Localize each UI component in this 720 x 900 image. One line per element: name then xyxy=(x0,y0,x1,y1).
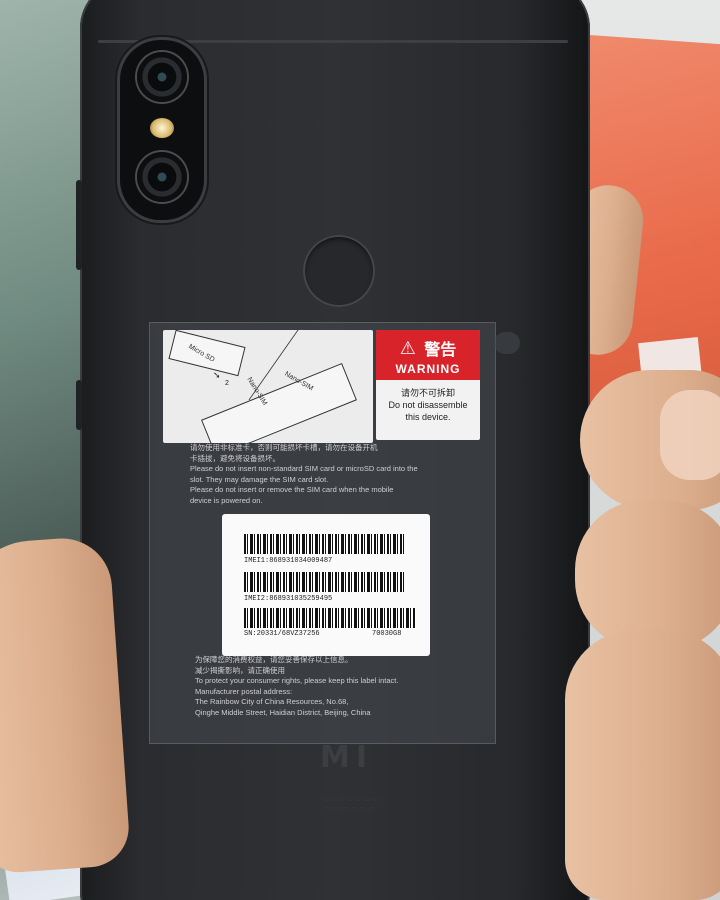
warning-title-en: WARNING xyxy=(395,362,461,376)
notice-line: 为保障您的消费权益，请您妥善保存以上信息。 xyxy=(195,655,353,664)
left-thumb xyxy=(0,535,132,875)
photo-scene: Micro SD ➘ 2 Nano-SIM Nano-SIM ⚠ 警告 WARN… xyxy=(0,0,720,900)
notice-line: 卡插拔，避免将设备损坏。 xyxy=(190,453,280,463)
imei2-text: IMEI2:868931035259495 xyxy=(244,595,333,603)
sn-text: SN:20331/68VZ37256 xyxy=(244,630,320,638)
notice-line: 减少揭撕影响，请正确使用 xyxy=(195,665,285,675)
notice-line: device is powered on. xyxy=(190,495,263,505)
fingerprint-sensor xyxy=(303,235,375,307)
mi-logo: MI xyxy=(320,740,374,775)
arrow-down-icon: ➘ xyxy=(213,370,221,380)
power-button xyxy=(76,380,82,430)
regulatory-marks: ▭ ▭ ▭ ▭ ▭ ▭ ▭ ▭ ▭ ▭ ▭ ▭ ▭ xyxy=(321,796,379,812)
notice-line: Manufacturer postal address: xyxy=(195,686,293,696)
warning-icon: ⚠ xyxy=(399,337,416,358)
warning-note-en: this device. xyxy=(405,412,451,422)
notice-line: The Rainbow City of China Resources, No.… xyxy=(195,697,349,707)
notice-line: To protect your consumer rights, please … xyxy=(195,676,399,686)
camera-lens xyxy=(137,52,187,102)
film-tab xyxy=(494,332,520,354)
notice-line: Qinghe Middle Street, Haidian District, … xyxy=(195,707,371,717)
barcode xyxy=(244,534,404,554)
barcode xyxy=(244,572,404,592)
notice-line: slot. They may damage the SIM card slot. xyxy=(190,474,329,484)
sim-tray-diagram: Micro SD ➘ 2 Nano-SIM Nano-SIM xyxy=(163,330,373,443)
volume-button xyxy=(76,180,82,270)
notice-line: 请勿使用非标准卡，否则可能损坏卡槽，请勿在设备开机 xyxy=(190,443,378,452)
finger xyxy=(575,500,720,650)
barcode xyxy=(244,608,416,628)
warning-note-cn: 请勿不可拆卸 xyxy=(400,388,455,398)
imei1-text: IMEI1:868931034009487 xyxy=(244,557,333,565)
finger xyxy=(580,370,720,510)
phone-outline xyxy=(248,330,373,400)
finger xyxy=(565,630,720,900)
consumer-notice: 为保障您的消费权益，请您妥善保存以上信息。 减少揭撕影响，请正确使用 To pr… xyxy=(195,655,465,719)
model-text: 70030G8 xyxy=(372,630,402,638)
fingernail xyxy=(660,390,720,480)
flash-led xyxy=(150,118,174,138)
notice-line: Please do not insert non-standard SIM ca… xyxy=(190,464,418,474)
slot-number: 2 xyxy=(225,380,229,387)
warning-note-en: Do not disassemble xyxy=(388,400,468,410)
dual-camera-module xyxy=(120,40,204,220)
warning-title-cn: 警告 xyxy=(424,342,457,359)
warning-sticker: ⚠ 警告 WARNING 请勿不可拆卸 Do not disassemble t… xyxy=(376,330,480,440)
imei-label: IMEI1:868931034009487 IMEI2:868931035259… xyxy=(222,514,430,656)
camera-lens xyxy=(137,152,187,202)
sim-notice: 请勿使用非标准卡，否则可能损坏卡槽，请勿在设备开机 卡插拔，避免将设备损坏。 P… xyxy=(190,443,460,507)
notice-line: Please do not insert or remove the SIM c… xyxy=(190,485,394,495)
